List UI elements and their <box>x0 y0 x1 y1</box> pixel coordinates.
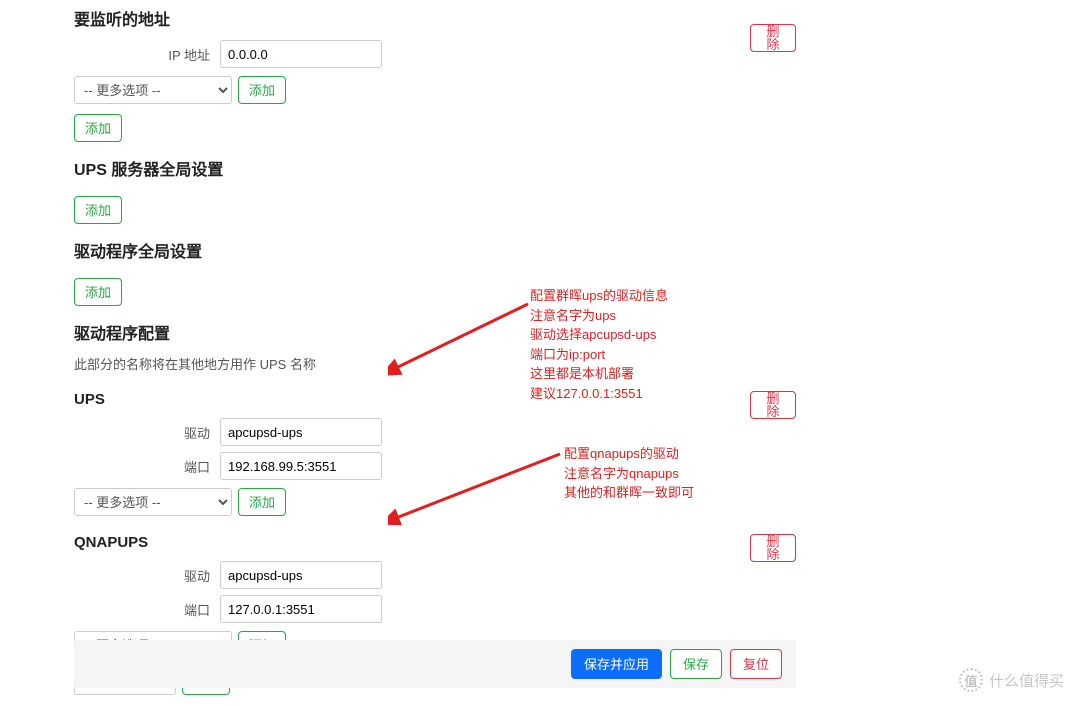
driver-config-hint: 此部分的名称将在其他地方用作 UPS 名称 <box>74 354 796 373</box>
qnap-port-label: 端口 <box>148 600 220 619</box>
driver-global-title: 驱动程序全局设置 <box>74 238 796 262</box>
ip-label: IP 地址 <box>148 45 220 64</box>
driver-global-add-button[interactable]: 添加 <box>74 278 122 306</box>
delete-qnap-button[interactable]: 删除 <box>750 534 796 562</box>
ups-driver-input[interactable] <box>220 418 382 446</box>
ups-name: UPS <box>74 391 796 408</box>
qnap-port-input[interactable] <box>220 595 382 623</box>
qnap-driver-label: 驱动 <box>148 566 220 585</box>
ups-driver-label: 驱动 <box>148 423 220 442</box>
ups-server-title: UPS 服务器全局设置 <box>74 156 796 180</box>
reset-button[interactable]: 复位 <box>730 649 782 679</box>
save-button[interactable]: 保存 <box>670 649 722 679</box>
ups-port-label: 端口 <box>148 457 220 476</box>
ip-address-input[interactable] <box>220 40 382 68</box>
qnap-name: QNAPUPS <box>74 534 796 551</box>
annotation-ups: 配置群晖ups的驱动信息 注意名字为ups 驱动选择apcupsd-ups 端口… <box>530 286 668 403</box>
footer-bar: 保存并应用 保存 复位 <box>74 640 796 688</box>
listen-add-button[interactable]: 添加 <box>74 114 122 142</box>
save-apply-button[interactable]: 保存并应用 <box>571 649 662 679</box>
listen-add-option-button[interactable]: 添加 <box>238 76 286 104</box>
watermark: 值 什么值得买 <box>959 668 1064 692</box>
ups-port-input[interactable] <box>220 452 382 480</box>
watermark-text: 什么值得买 <box>989 670 1064 691</box>
listen-more-options-select[interactable]: -- 更多选项 -- <box>74 76 232 104</box>
ups-more-options-select[interactable]: -- 更多选项 -- <box>74 488 232 516</box>
watermark-icon: 值 <box>959 668 983 692</box>
delete-listen-button[interactable]: 删除 <box>750 24 796 52</box>
annotation-qnap: 配置qnapups的驱动 注意名字为qnapups 其他的和群晖一致即可 <box>564 444 694 503</box>
qnap-driver-input[interactable] <box>220 561 382 589</box>
listen-title: 要监听的地址 <box>74 6 796 30</box>
delete-ups-button[interactable]: 删除 <box>750 391 796 419</box>
ups-server-add-button[interactable]: 添加 <box>74 196 122 224</box>
driver-config-title: 驱动程序配置 <box>74 320 796 344</box>
ups-add-option-button[interactable]: 添加 <box>238 488 286 516</box>
